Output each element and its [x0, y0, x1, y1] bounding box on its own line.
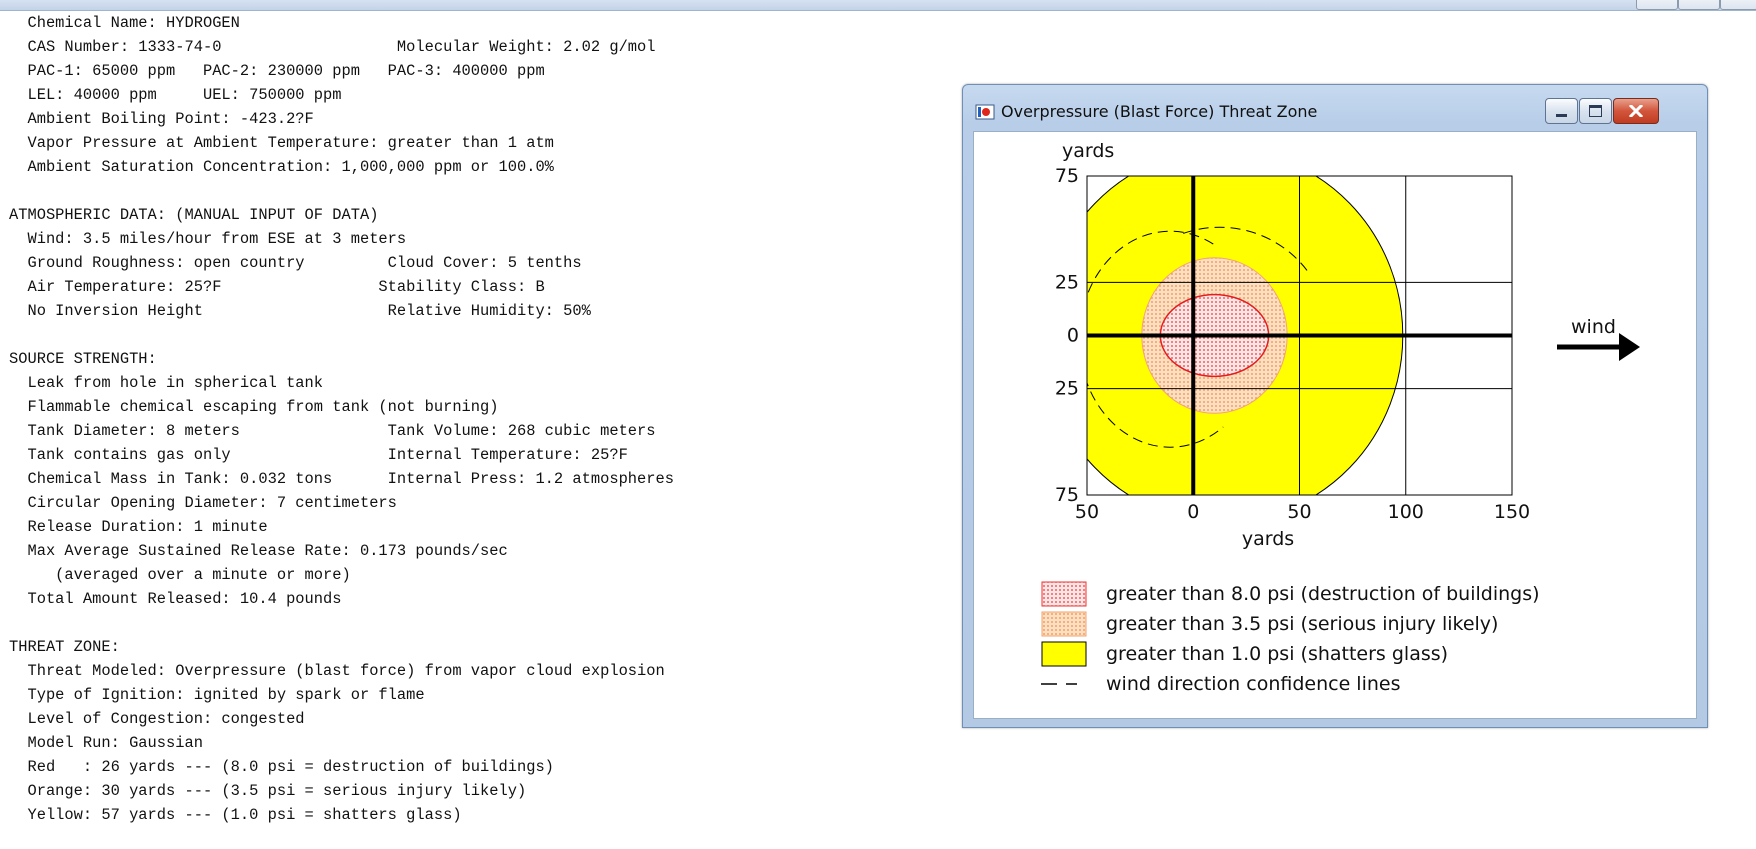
report-line: Release Duration: 1 minute — [9, 518, 268, 536]
legend-swatch — [1041, 641, 1087, 667]
x-tick-label: 50 — [1287, 501, 1311, 523]
report-line: CAS Number: 1333-74-0 Molecular Weight: … — [9, 38, 656, 56]
parent-window-titlebar — [0, 0, 1756, 11]
report-line: PAC-1: 65000 ppm PAC-2: 230000 ppm PAC-3… — [9, 62, 545, 80]
x-tick-label: 50 — [1075, 501, 1099, 523]
report-line: LEL: 40000 ppm UEL: 750000 ppm — [9, 86, 342, 104]
parent-close-button[interactable] — [1720, 0, 1756, 10]
text-summary-report: Chemical Name: HYDROGEN CAS Number: 1333… — [9, 11, 889, 827]
report-line: Flammable chemical escaping from tank (n… — [9, 398, 499, 416]
legend-swatch — [1041, 611, 1087, 637]
report-line: THREAT ZONE: — [9, 638, 120, 656]
app-icon — [975, 104, 995, 120]
report-line: Vapor Pressure at Ambient Temperature: g… — [9, 134, 554, 152]
threat-zone-window[interactable]: Overpressure (Blast Force) Threat Zone y… — [962, 84, 1708, 728]
legend-label: greater than 3.5 psi (serious injury lik… — [1106, 613, 1498, 635]
report-line: (averaged over a minute or more) — [9, 566, 351, 584]
legend-label: greater than 1.0 psi (shatters glass) — [1106, 643, 1448, 665]
x-axis-unit-label: yards — [1242, 528, 1294, 550]
close-icon — [1629, 105, 1643, 117]
report-line: Level of Congestion: congested — [9, 710, 305, 728]
threat-zone-chart: yards yards 752502575 50 0 50 100 150 wind g… — [1041, 140, 1640, 695]
report-line: Air Temperature: 25?F Stability Class: B — [9, 278, 545, 296]
minimize-icon — [1556, 113, 1567, 117]
legend-label: greater than 8.0 psi (destruction of bui… — [1106, 583, 1540, 605]
parent-maximize-button[interactable] — [1678, 0, 1720, 10]
report-line: Ambient Saturation Concentration: 1,000,… — [9, 158, 554, 176]
report-line: Leak from hole in spherical tank — [9, 374, 324, 392]
report-line: Chemical Mass in Tank: 0.032 tons Intern… — [9, 470, 674, 488]
close-button[interactable] — [1613, 98, 1659, 124]
report-line: Circular Opening Diameter: 7 centimeters — [9, 494, 397, 512]
report-line: Orange: 30 yards --- (3.5 psi = serious … — [9, 782, 527, 800]
window-title: Overpressure (Blast Force) Threat Zone — [1001, 102, 1318, 121]
x-tick-label: 150 — [1494, 501, 1530, 523]
report-line: SOURCE STRENGTH: — [9, 350, 157, 368]
report-line: Red : 26 yards --- (8.0 psi = destructio… — [9, 758, 554, 776]
y-tick-label: 25 — [1055, 271, 1079, 293]
wind-label: wind — [1571, 316, 1616, 338]
report-line: Type of Ignition: ignited by spark or fl… — [9, 686, 425, 704]
report-line: Threat Modeled: Overpressure (blast forc… — [9, 662, 665, 680]
maximize-icon — [1589, 105, 1602, 117]
maximize-button[interactable] — [1579, 98, 1612, 124]
minimize-button[interactable] — [1545, 98, 1578, 124]
report-line: Total Amount Released: 10.4 pounds — [9, 590, 342, 608]
legend-swatch — [1041, 581, 1087, 607]
report-line: Yellow: 57 yards --- (1.0 psi = shatters… — [9, 806, 462, 824]
y-tick-label: 25 — [1055, 378, 1079, 400]
report-line — [9, 323, 889, 347]
threat-zone-plot-area: yards yards 75 25 0 25 75 50 0 50 100 150 wind g… — [973, 131, 1697, 719]
y-tick-label: 0 — [1067, 325, 1079, 347]
report-line: ATMOSPHERIC DATA: (MANUAL INPUT OF DATA) — [9, 206, 379, 224]
report-line: Tank Diameter: 8 meters Tank Volume: 268… — [9, 422, 656, 440]
report-line — [9, 179, 889, 203]
report-line: Max Average Sustained Release Rate: 0.17… — [9, 542, 508, 560]
report-line: Tank contains gas only Internal Temperat… — [9, 446, 628, 464]
y-axis-unit-label: yards — [1062, 140, 1114, 162]
legend-label: wind direction confidence lines — [1106, 673, 1401, 695]
x-tick-label: 100 — [1388, 501, 1424, 523]
report-line: Ambient Boiling Point: -423.2?F — [9, 110, 314, 128]
x-tick-label: 0 — [1187, 501, 1199, 523]
parent-minimize-button[interactable] — [1636, 0, 1678, 10]
report-line: Model Run: Gaussian — [9, 734, 203, 752]
report-line — [9, 611, 889, 635]
report-line: No Inversion Height Relative Humidity: 5… — [9, 302, 591, 320]
y-tick-label: 75 — [1055, 165, 1079, 187]
report-line: Ground Roughness: open country Cloud Cov… — [9, 254, 582, 272]
report-line: Wind: 3.5 miles/hour from ESE at 3 meter… — [9, 230, 407, 248]
report-line: Chemical Name: HYDROGEN — [9, 14, 240, 32]
